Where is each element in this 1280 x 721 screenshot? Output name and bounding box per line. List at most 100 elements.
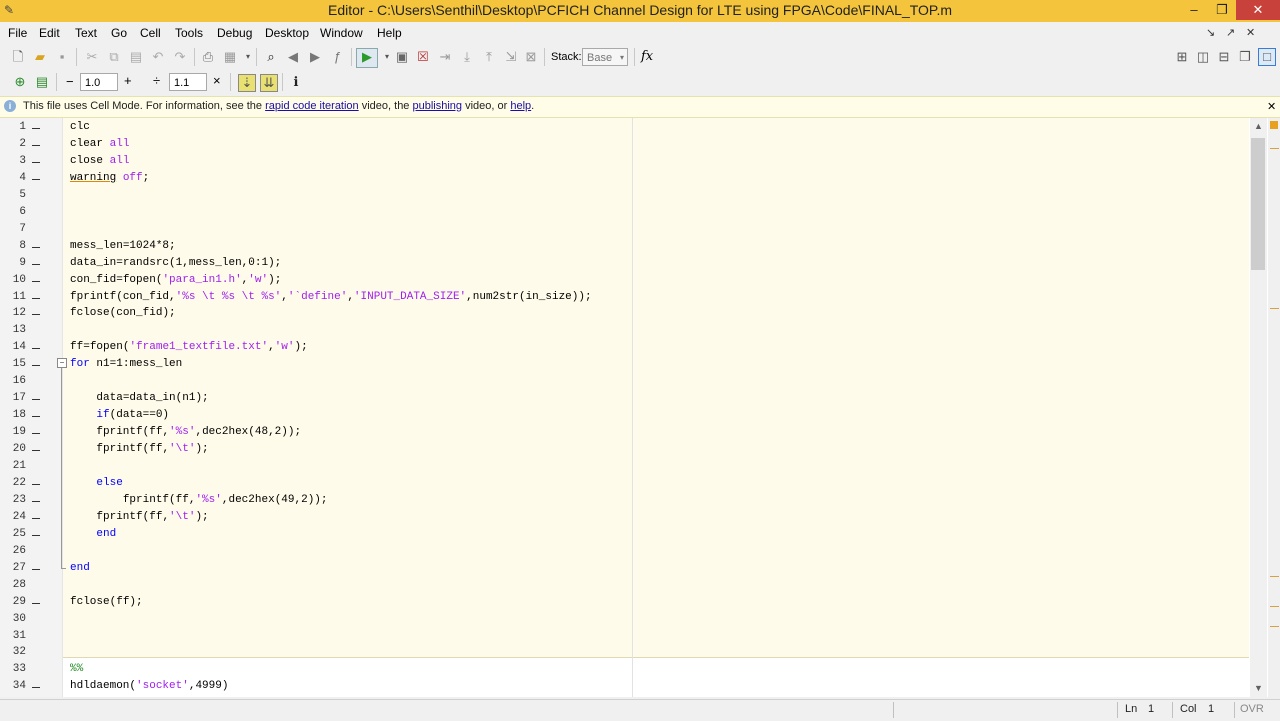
- rapid-code-iteration-link[interactable]: rapid code iteration: [265, 100, 359, 112]
- code-editor[interactable]: − 1 clc 2 clear all 3 close all 4 warning off; 5…: [0, 118, 1268, 697]
- executable-line-marker[interactable]: [32, 416, 40, 418]
- code-line[interactable]: warning off;: [70, 172, 149, 184]
- close-info-bar-icon[interactable]: ✕: [1267, 100, 1276, 113]
- new-file-icon[interactable]: 🗋: [10, 49, 26, 65]
- code-line[interactable]: hdldaemon('socket',4999): [70, 680, 228, 692]
- menu-debug[interactable]: Debug: [217, 26, 252, 40]
- paste-icon[interactable]: ▤: [128, 49, 144, 65]
- code-line[interactable]: ff=fopen('frame1_textfile.txt','w');: [70, 341, 308, 353]
- exit-debug-icon[interactable]: ⊠: [523, 49, 539, 65]
- executable-line-marker[interactable]: [32, 687, 40, 689]
- top-bottom-split-icon[interactable]: ⊟: [1216, 49, 1232, 65]
- executable-line-marker[interactable]: [32, 365, 40, 367]
- evaluate-cell-icon[interactable]: ⇣: [238, 74, 256, 92]
- publish-icon[interactable]: ▦: [222, 49, 238, 65]
- executable-line-marker[interactable]: [32, 280, 40, 282]
- warning-indicator[interactable]: [1270, 121, 1278, 129]
- executable-line-marker[interactable]: [32, 602, 40, 604]
- menu-edit[interactable]: Edit: [39, 26, 60, 40]
- menu-desktop[interactable]: Desktop: [265, 26, 309, 40]
- divide-button[interactable]: ÷: [153, 73, 160, 88]
- executable-line-marker[interactable]: [32, 246, 40, 248]
- fx-button[interactable]: fx: [641, 49, 653, 64]
- redo-icon[interactable]: ↷: [172, 49, 188, 65]
- menu-cell[interactable]: Cell: [140, 26, 161, 40]
- code-line[interactable]: data_in=randsrc(1,mess_len,0:1);: [70, 257, 281, 269]
- close-window-button[interactable]: ✕: [1236, 0, 1280, 20]
- tile-layout-icon[interactable]: ⊞: [1174, 49, 1190, 65]
- set-breakpoint-icon[interactable]: ▣: [394, 49, 410, 65]
- decrement-button[interactable]: −: [66, 74, 74, 89]
- increment-value-input[interactable]: 1.0: [80, 73, 118, 91]
- print-icon[interactable]: ⎙: [200, 49, 216, 65]
- fold-collapse-icon[interactable]: −: [57, 358, 67, 368]
- executable-line-marker[interactable]: [32, 263, 40, 265]
- menu-help[interactable]: Help: [377, 26, 402, 40]
- executable-line-marker[interactable]: [32, 314, 40, 316]
- code-line[interactable]: fprintf(con_fid,'%s \t %s \t %s','`defin…: [70, 291, 592, 303]
- run-dropdown-icon[interactable]: ▾: [379, 49, 395, 65]
- code-line[interactable]: clc: [70, 121, 90, 133]
- executable-line-marker[interactable]: [32, 297, 40, 299]
- code-line[interactable]: fclose(ff);: [70, 596, 143, 608]
- open-folder-icon[interactable]: ▰: [32, 49, 48, 65]
- close-editor-icon[interactable]: ✕: [1246, 26, 1255, 39]
- forward-arrow-icon[interactable]: ▶: [307, 49, 323, 65]
- executable-line-marker[interactable]: [32, 433, 40, 435]
- step-in-icon[interactable]: ⤓: [459, 49, 475, 65]
- executable-line-marker[interactable]: [32, 178, 40, 180]
- back-arrow-icon[interactable]: ◀: [285, 49, 301, 65]
- menu-go[interactable]: Go: [111, 26, 127, 40]
- maximize-document-icon[interactable]: □: [1258, 48, 1276, 66]
- code-line[interactable]: data=data_in(n1);: [70, 392, 208, 404]
- dock-icon[interactable]: ↘: [1206, 26, 1215, 39]
- menu-file[interactable]: File: [8, 26, 27, 40]
- scale-value-input[interactable]: 1.1: [169, 73, 207, 91]
- stack-select[interactable]: Base ▾: [582, 48, 628, 66]
- warning-marker[interactable]: [1270, 626, 1279, 627]
- executable-line-marker[interactable]: [32, 534, 40, 536]
- menu-window[interactable]: Window: [320, 26, 363, 40]
- info-help-icon[interactable]: ℹ: [288, 74, 304, 90]
- warning-marker[interactable]: [1270, 148, 1279, 149]
- executable-line-marker[interactable]: [32, 399, 40, 401]
- code-line[interactable]: clear all: [70, 138, 129, 150]
- scrollbar-thumb[interactable]: [1251, 138, 1265, 270]
- code-line[interactable]: fprintf(ff,'%s',dec2hex(49,2));: [70, 494, 328, 506]
- cut-icon[interactable]: ✂: [84, 49, 100, 65]
- warning-marker[interactable]: [1270, 308, 1279, 309]
- publishing-link[interactable]: publishing: [413, 100, 463, 112]
- undock-icon[interactable]: ↗: [1226, 26, 1235, 39]
- copy-icon[interactable]: ⧉: [106, 49, 122, 65]
- function-browser-icon[interactable]: ƒ: [329, 49, 345, 65]
- executable-line-marker[interactable]: [32, 128, 40, 129]
- minimize-button[interactable]: –: [1180, 0, 1208, 20]
- clear-breakpoints-icon[interactable]: ☒: [415, 49, 431, 65]
- executable-line-marker[interactable]: [32, 144, 40, 146]
- evaluate-cell-advance-icon[interactable]: ⇊: [260, 74, 278, 92]
- executable-line-marker[interactable]: [32, 500, 40, 502]
- menu-tools[interactable]: Tools: [175, 26, 203, 40]
- code-line[interactable]: mess_len=1024*8;: [70, 240, 176, 252]
- run-icon[interactable]: ▶: [356, 48, 378, 68]
- executable-line-marker[interactable]: [32, 517, 40, 519]
- executable-line-marker[interactable]: [32, 568, 40, 570]
- executable-line-marker[interactable]: [32, 483, 40, 485]
- insert-cell-icon[interactable]: ⊕: [12, 74, 28, 90]
- help-link[interactable]: help: [510, 100, 531, 112]
- float-icon[interactable]: ❐: [1237, 49, 1253, 65]
- code-line[interactable]: %%: [70, 663, 83, 675]
- continue-icon[interactable]: ⇲: [503, 49, 519, 65]
- scroll-down-icon[interactable]: ▼: [1250, 683, 1267, 693]
- undo-icon[interactable]: ↶: [150, 49, 166, 65]
- code-line[interactable]: close all: [70, 155, 129, 167]
- vertical-scrollbar[interactable]: ▲ ▼: [1250, 118, 1267, 697]
- save-icon[interactable]: ▪: [54, 49, 70, 65]
- executable-line-marker[interactable]: [32, 161, 40, 163]
- warning-marker[interactable]: [1270, 606, 1279, 607]
- code-line[interactable]: end: [70, 528, 116, 540]
- cell-options-icon[interactable]: ▤: [34, 74, 50, 90]
- find-binoculars-icon[interactable]: ⌕: [263, 49, 279, 65]
- code-line[interactable]: fprintf(ff,'\t');: [70, 511, 208, 523]
- code-line[interactable]: fprintf(ff,'\t');: [70, 443, 208, 455]
